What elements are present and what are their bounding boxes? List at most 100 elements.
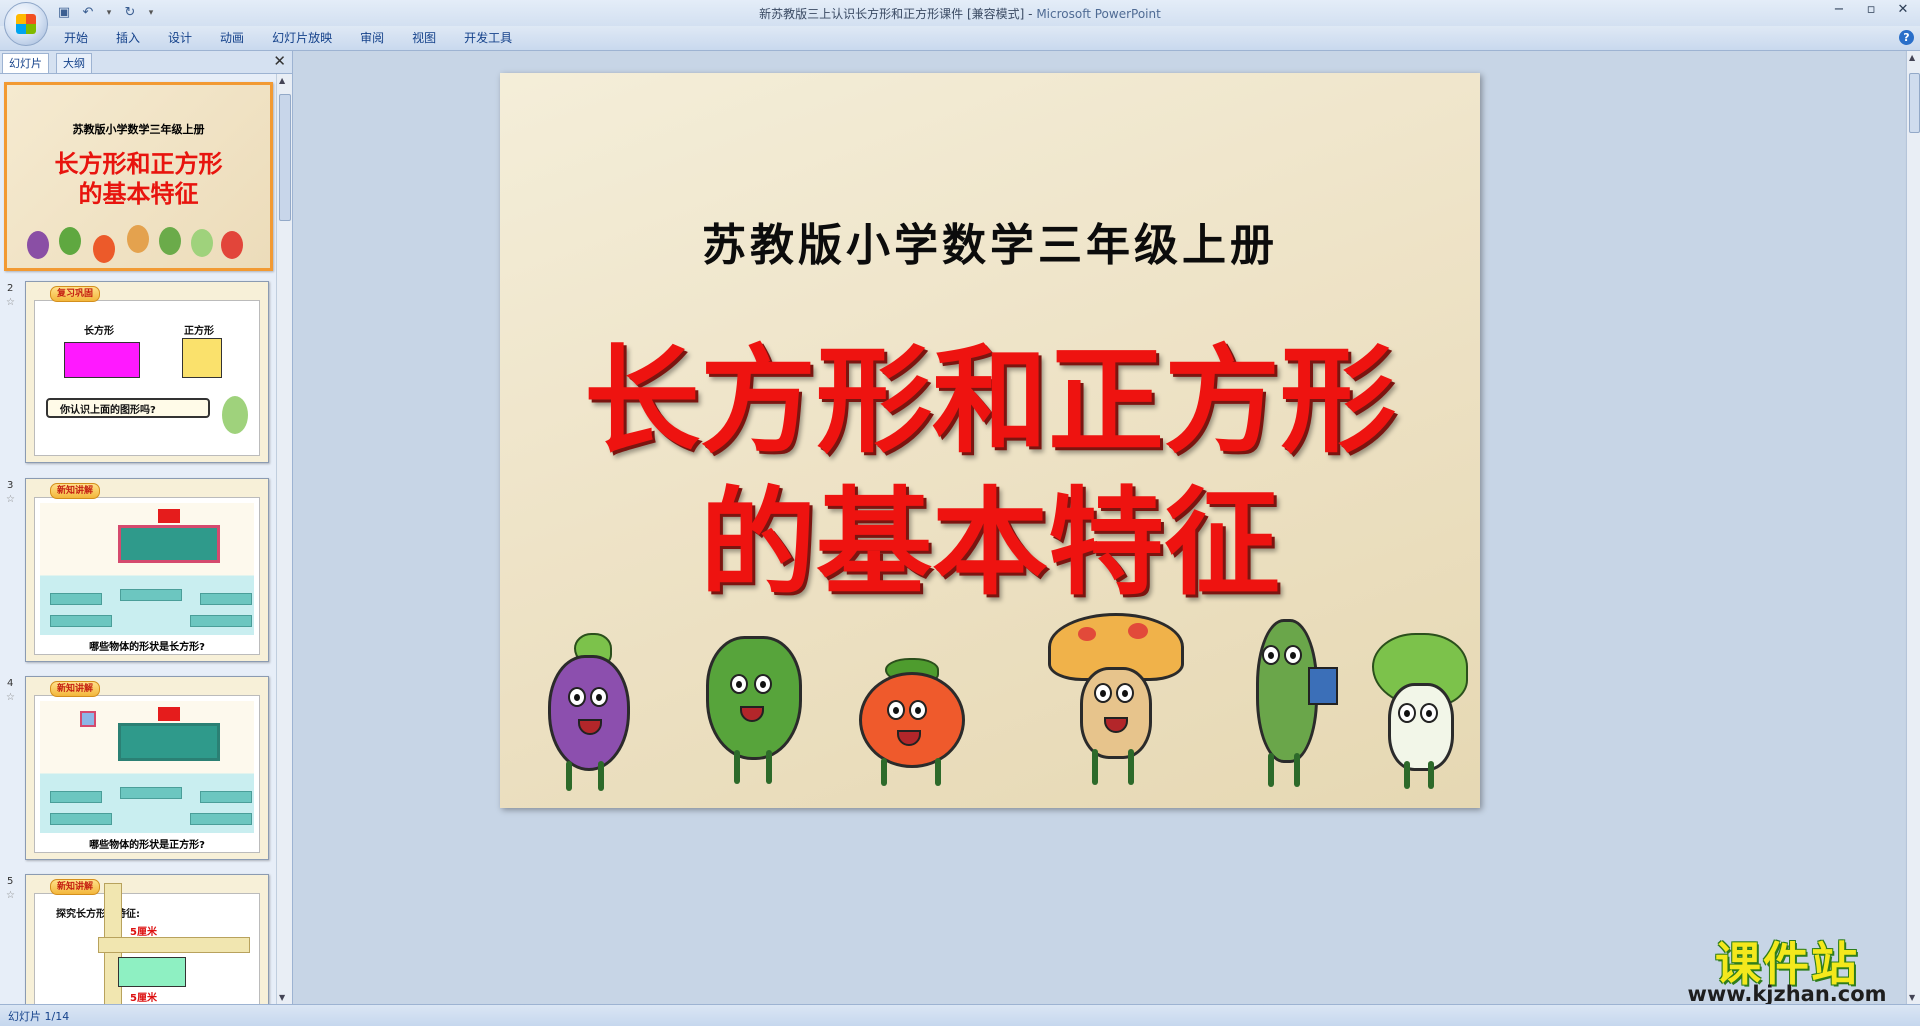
ruler-horizontal (98, 937, 250, 953)
tab-slides[interactable]: 幻灯片 (2, 53, 49, 73)
slide-thumbnail-1[interactable]: 苏教版小学数学三年级上册 长方形和正方形 的基本特征 (4, 82, 273, 271)
mushroom-stem (1080, 667, 1152, 759)
mushroom-character-icon (127, 225, 149, 253)
yellow-square (182, 338, 222, 378)
tab-home[interactable]: 开始 (50, 26, 102, 50)
eye (1262, 645, 1280, 665)
desk (50, 813, 112, 825)
blackboard (118, 723, 220, 761)
leg (881, 758, 887, 786)
leg (1428, 761, 1434, 789)
animation-star-icon: ☆ (6, 692, 15, 703)
thumb-title-line2: 的基本特征 (78, 180, 199, 208)
leg (1404, 761, 1410, 789)
title-separator: - (1024, 7, 1037, 21)
slide-number: 5 (7, 876, 14, 887)
help-icon[interactable]: ? (1899, 30, 1914, 45)
thumbnails-scrollbar[interactable]: ▲ ▼ (276, 74, 292, 1004)
slide-title[interactable]: 长方形和正方形 的基本特征 (500, 331, 1480, 615)
measure-bottom: 5厘米 (130, 993, 157, 1004)
question-bubble: 你认识上面的图形吗? (46, 398, 210, 418)
tab-animations[interactable]: 动画 (206, 26, 258, 50)
thumb-caption: 哪些物体的形状是正方形? (89, 840, 205, 851)
watermark: 课件站 www.kjzhan.com (1668, 928, 1906, 1006)
eggplant-character-icon (518, 633, 648, 793)
thumb-caption: 哪些物体的形状是长方形? (89, 642, 205, 653)
close-button[interactable]: ✕ (1896, 2, 1910, 17)
slide-thumbnail-5[interactable]: 新知讲解 探究长方形的特征: 5厘米 5厘米 (25, 874, 269, 1004)
slide-editor: 苏教版小学数学三年级上册 长方形和正方形 的基本特征 课件站 www.kjzha… (293, 51, 1906, 1006)
slide-thumbnail-4[interactable]: 新知讲解 哪些物体的形状是正方形? (25, 676, 269, 860)
eye (1094, 683, 1112, 703)
scroll-up-icon[interactable]: ▲ (279, 76, 285, 85)
leg (734, 750, 740, 784)
cap-spot (1128, 623, 1148, 639)
slide-indicator: 幻灯片 1/14 (8, 1010, 70, 1023)
tab-design[interactable]: 设计 (154, 26, 206, 50)
tab-developer[interactable]: 开发工具 (450, 26, 526, 50)
desk (50, 615, 112, 627)
thumb-content (34, 300, 260, 456)
animation-star-icon: ☆ (6, 890, 15, 901)
flag-icon (158, 509, 180, 523)
restore-button[interactable]: ▫ (1864, 2, 1878, 17)
close-pane-icon[interactable]: ✕ (273, 52, 286, 70)
slide-thumbnail-2[interactable]: 复习巩固 长方形 正方形 你认识上面的图形吗? (25, 281, 269, 463)
cap-spot (1078, 627, 1096, 641)
tab-insert[interactable]: 插入 (102, 26, 154, 50)
watermark-url: www.kjzhan.com (1687, 982, 1887, 1006)
scrollbar-thumb[interactable] (1909, 73, 1920, 133)
animation-star-icon: ☆ (6, 494, 15, 505)
eye (1284, 645, 1302, 665)
square-label: 正方形 (184, 326, 214, 337)
question-text: 你认识上面的图形吗? (60, 405, 156, 416)
classroom-illustration (40, 701, 254, 833)
eggplant-body (548, 655, 630, 771)
desk (200, 593, 252, 605)
slide-number: 2 (7, 283, 14, 294)
thumb-title: 长方形和正方形 的基本特征 (7, 149, 270, 209)
radish-character-icon (221, 231, 243, 259)
eye (568, 687, 586, 707)
leg (1128, 749, 1134, 785)
slide-number: 4 (7, 678, 14, 689)
slide-thumbnail-3[interactable]: 新知讲解 哪些物体的形状是长方形? (25, 478, 269, 662)
thumb-title-line1: 长方形和正方形 (54, 150, 223, 178)
tab-review[interactable]: 审阅 (346, 26, 398, 50)
slide-thumbnails: 1 苏教版小学数学三年级上册 长方形和正方形 的基本特征 2 ☆ (0, 74, 276, 1004)
green-rectangle (118, 957, 186, 987)
document-title: 新苏教版三上认识长方形和正方形课件 [兼容模式] (759, 7, 1025, 21)
current-slide[interactable]: 苏教版小学数学三年级上册 长方形和正方形 的基本特征 (500, 73, 1480, 808)
desk (200, 791, 252, 803)
ribbon: 开始 插入 设计 动画 幻灯片放映 审阅 视图 开发工具 ? (0, 26, 1920, 51)
minimize-button[interactable]: − (1832, 2, 1846, 17)
thumb-subtitle: 苏教版小学数学三年级上册 (72, 123, 205, 136)
desk (120, 787, 182, 799)
scrollbar-thumb[interactable] (279, 94, 291, 221)
pea-character-icon (1238, 613, 1348, 793)
tab-outline[interactable]: 大纲 (56, 53, 92, 73)
slide-subtitle[interactable]: 苏教版小学数学三年级上册 (500, 209, 1480, 273)
ribbon-tabs: 开始 插入 设计 动画 幻灯片放映 审阅 视图 开发工具 (50, 26, 526, 50)
tab-view[interactable]: 视图 (398, 26, 450, 50)
eye (1116, 683, 1134, 703)
scroll-down-icon[interactable]: ▼ (1909, 993, 1915, 1002)
scroll-up-icon[interactable]: ▲ (1909, 53, 1915, 62)
flag-icon (158, 707, 180, 721)
eggplant-character-icon (27, 231, 49, 259)
thumb-badge: 新知讲解 (50, 681, 101, 697)
app-name: Microsoft PowerPoint (1036, 7, 1161, 21)
slides-pane: 幻灯片 大纲 ✕ 1 苏教版小学数学三年级上册 长方形和正方形 的基本特征 (0, 51, 293, 1004)
eye (1420, 703, 1438, 723)
measure-top: 5厘米 (130, 927, 157, 938)
leg (766, 750, 772, 784)
scroll-down-icon[interactable]: ▼ (279, 993, 285, 1002)
tomato-character-icon (93, 235, 115, 263)
thumb-badge: 复习巩固 (50, 286, 101, 302)
pea-character-icon (159, 227, 181, 255)
office-button[interactable] (4, 2, 48, 46)
leg (935, 758, 941, 786)
tab-slideshow[interactable]: 幻灯片放映 (258, 26, 346, 50)
status-bar: 幻灯片 1/14 (0, 1004, 1920, 1026)
editor-scrollbar[interactable]: ▲ ▼ (1906, 51, 1920, 1004)
